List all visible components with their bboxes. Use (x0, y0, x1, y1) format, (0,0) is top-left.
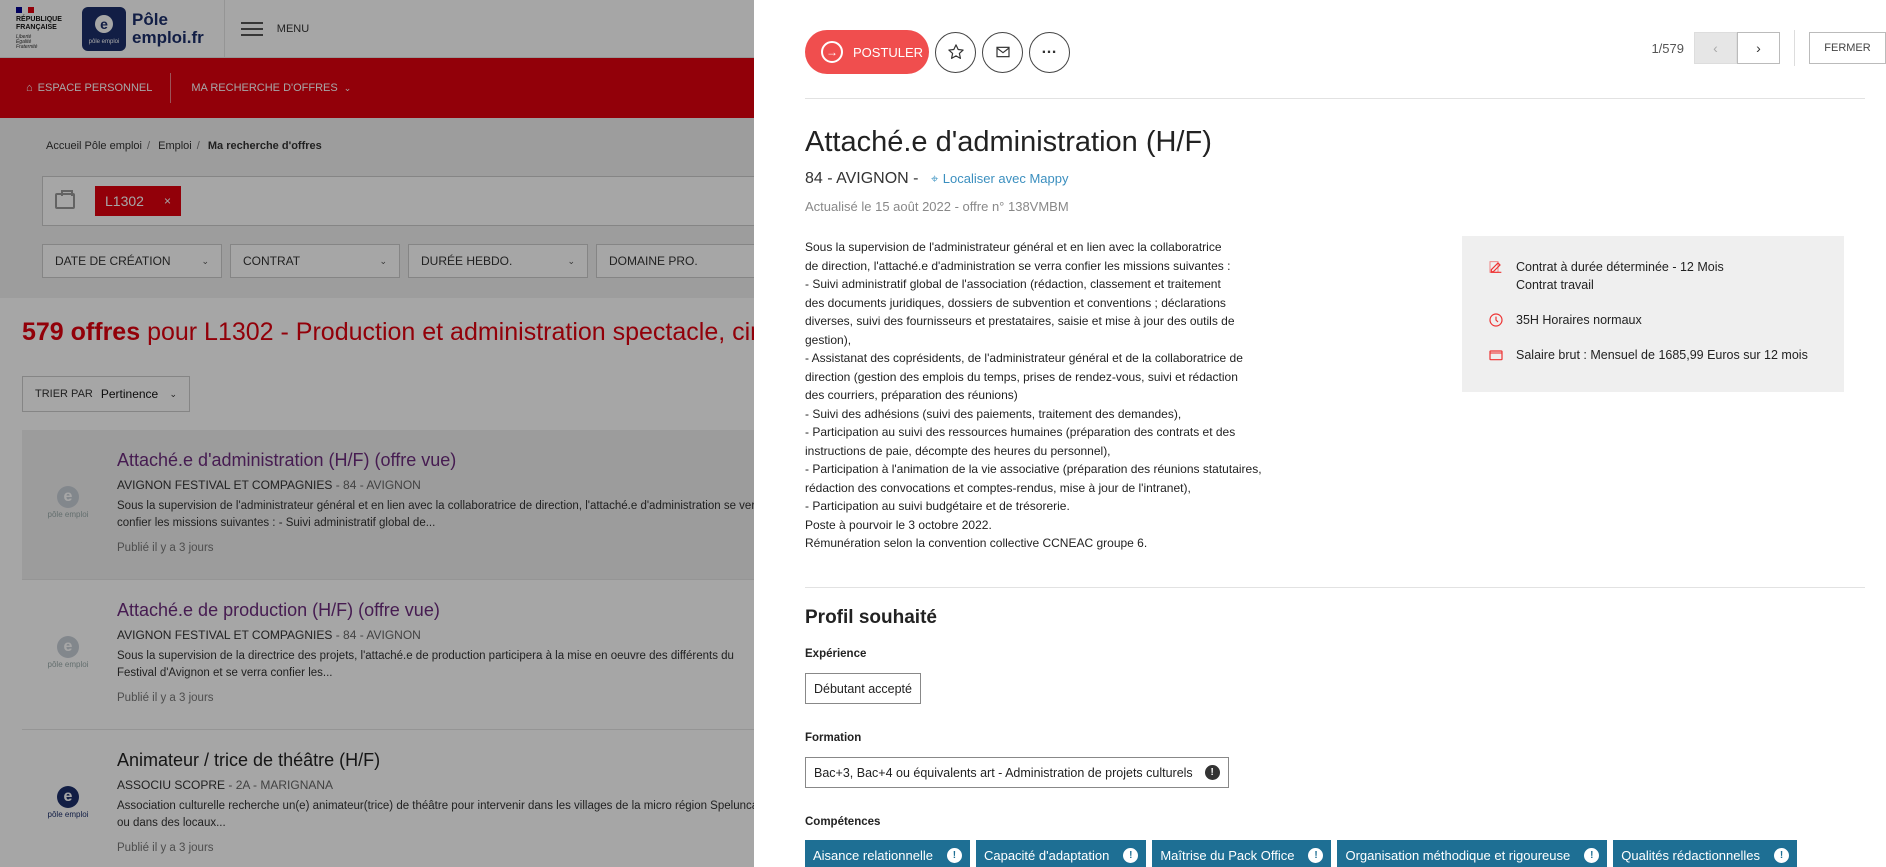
offer-info-box: Contrat à durée déterminée - 12 Mois Cont… (1462, 236, 1844, 392)
ellipsis-icon: … (1041, 40, 1058, 57)
info-icon[interactable]: ! (946, 847, 962, 863)
mappy-link[interactable]: Localiser avec Mappy (943, 171, 1069, 186)
competences-label: Compétences (805, 816, 881, 828)
offer-title: Attaché.e d'administration (H/F) (805, 126, 1212, 158)
offer-updated: Actualisé le 15 août 2022 - offre n° 138… (805, 199, 1069, 214)
formation-label: Formation (805, 732, 862, 744)
skill-chip: Aisance relationnelle! (805, 840, 970, 867)
experience-value: Débutant accepté (805, 673, 921, 704)
offer-pagination: 1/579 ‹ › FERMER (1651, 30, 1886, 66)
modal-backdrop[interactable] (0, 0, 754, 867)
info-icon[interactable]: ! (1308, 847, 1324, 863)
skill-chip: Qualités rédactionnelles! (1613, 840, 1797, 867)
skill-chip: Capacité d'adaptation! (975, 840, 1147, 867)
favorite-button[interactable] (935, 31, 976, 73)
offer-actions: → POSTULER … (805, 30, 1070, 74)
divider (805, 587, 1865, 588)
share-email-button[interactable] (982, 31, 1023, 73)
skill-chip: Maîtrise du Pack Office! (1152, 840, 1332, 867)
info-icon[interactable]: ! (1123, 847, 1139, 863)
info-icon[interactable]: ! (1774, 847, 1789, 863)
chevron-left-icon: ‹ (1713, 40, 1718, 56)
experience-label: Expérience (805, 648, 867, 660)
divider (805, 98, 1865, 99)
profil-heading: Profil souhaité (805, 607, 937, 628)
offer-description: Sous la supervision de l'administrateur … (805, 240, 1262, 550)
map-pin-icon: ⌖ (930, 171, 939, 186)
wallet-icon (1489, 350, 1503, 361)
envelope-icon (995, 46, 1010, 58)
skill-chip: Organisation méthodique et rigoureuse! (1337, 840, 1608, 867)
fermer-button[interactable]: FERMER (1809, 32, 1886, 64)
offer-location: 84 - AVIGNON - ⌖ Localiser avec Mappy (805, 170, 1069, 187)
formation-value: Bac+3, Bac+4 ou équivalents art - Admini… (805, 757, 1229, 788)
chevron-right-icon: › (1756, 40, 1761, 56)
skills-list: Aisance relationnelle! Capacité d'adapta… (805, 840, 1797, 867)
offer-counter: 1/579 (1651, 40, 1684, 56)
edit-contract-icon (1489, 261, 1502, 273)
info-icon[interactable]: ! (1584, 847, 1600, 863)
clock-icon (1489, 313, 1503, 327)
arrow-right-icon: → (821, 41, 843, 63)
previous-offer-button[interactable]: ‹ (1694, 32, 1737, 64)
postuler-button[interactable]: → POSTULER (805, 30, 929, 74)
offer-detail-panel: → POSTULER … 1/579 ‹ › FERMER Attaché.e … (754, 0, 1886, 867)
star-icon (947, 44, 964, 59)
more-options-button[interactable]: … (1029, 31, 1070, 73)
info-icon[interactable]: ! (1204, 765, 1220, 780)
next-offer-button[interactable]: › (1737, 32, 1780, 64)
